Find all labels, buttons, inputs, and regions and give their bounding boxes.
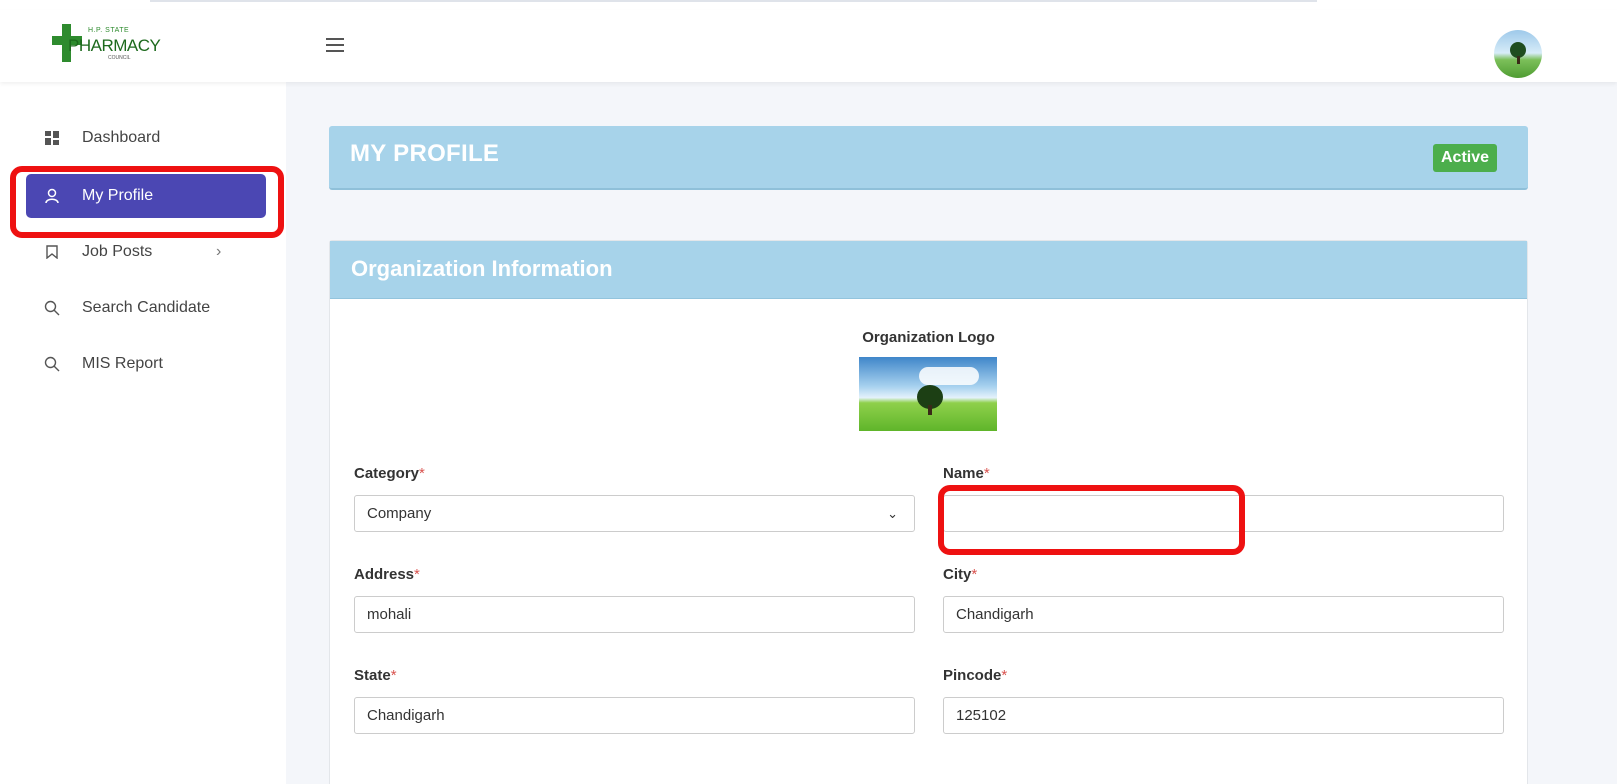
address-label: Address* xyxy=(354,566,420,583)
sidebar: Dashboard My Profile Job Posts › Search … xyxy=(0,82,286,784)
sidebar-item-label: MIS Report xyxy=(82,355,163,372)
chevron-right-icon[interactable]: › xyxy=(216,243,221,261)
page-title: MY PROFILE xyxy=(350,140,500,167)
sidebar-item-label: My Profile xyxy=(82,187,154,204)
image-tree-trunk xyxy=(928,405,932,415)
chevron-down-icon: ⌄ xyxy=(887,506,898,521)
sidebar-item-label: Search Candidate xyxy=(82,299,211,316)
search-icon xyxy=(44,300,60,316)
city-field[interactable] xyxy=(943,596,1504,633)
pharmacy-council-logo[interactable]: H.P. STATE PHARMACY COUNCIL xyxy=(52,24,161,64)
name-field[interactable] xyxy=(943,495,1504,532)
pincode-label: Pincode* xyxy=(943,667,1008,684)
sidebar-item-label: Dashboard xyxy=(82,129,161,146)
card-title: Organization Information xyxy=(351,256,613,281)
card-header: Organization Information xyxy=(330,241,1527,299)
organization-info-card: Organization Information Organization Lo… xyxy=(329,240,1528,784)
state-label: State* xyxy=(354,667,397,684)
organization-logo-label: Organization Logo xyxy=(862,329,995,346)
dashboard-icon xyxy=(44,130,60,146)
top-header: H.P. STATE PHARMACY COUNCIL xyxy=(0,10,1617,82)
sidebar-item-mis-report[interactable]: MIS Report xyxy=(26,342,266,386)
hamburger-menu-icon[interactable] xyxy=(326,38,344,52)
sidebar-item-my-profile[interactable]: My Profile xyxy=(26,174,266,218)
top-strip-bar xyxy=(150,0,1317,2)
state-field[interactable] xyxy=(354,697,915,734)
category-select[interactable]: Company ⌄ xyxy=(354,495,915,532)
logo-main-text: PHARMACY xyxy=(68,36,161,55)
bookmark-icon xyxy=(44,244,60,260)
category-selected-value: Company xyxy=(367,505,432,522)
image-cloud xyxy=(919,367,979,385)
status-badge: Active xyxy=(1433,144,1498,172)
main-content: MY PROFILE Active Organization Informati… xyxy=(286,82,1617,784)
user-avatar[interactable] xyxy=(1494,30,1542,78)
top-strip xyxy=(0,0,1617,10)
name-label: Name* xyxy=(943,465,990,482)
user-icon xyxy=(44,188,60,204)
profile-header-bar: MY PROFILE Active xyxy=(329,126,1528,190)
address-field[interactable] xyxy=(354,596,915,633)
category-label: Category* xyxy=(354,465,425,482)
avatar-tree-trunk xyxy=(1517,56,1520,64)
logo-top-text: H.P. STATE xyxy=(88,27,130,34)
sidebar-item-dashboard[interactable]: Dashboard xyxy=(26,116,266,160)
sidebar-item-label: Job Posts xyxy=(82,243,153,260)
organization-logo-image[interactable] xyxy=(859,357,997,431)
sidebar-item-search-candidate[interactable]: Search Candidate xyxy=(26,286,266,330)
search-icon xyxy=(44,356,60,372)
logo-sub-text: COUNCIL xyxy=(108,55,131,61)
sidebar-item-job-posts[interactable]: Job Posts › xyxy=(26,230,266,274)
pincode-field[interactable] xyxy=(943,697,1504,734)
city-label: City* xyxy=(943,566,978,583)
